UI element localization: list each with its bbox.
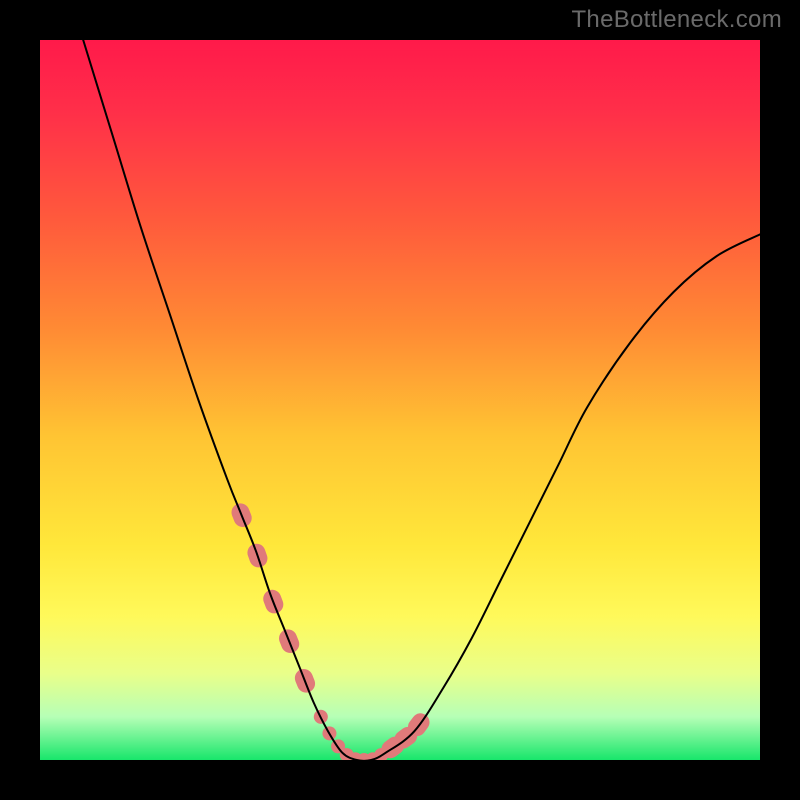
chart-svg (40, 40, 760, 760)
chart-frame: TheBottleneck.com (0, 0, 800, 800)
gradient-background (40, 40, 760, 760)
plot-area (40, 40, 760, 760)
watermark-text: TheBottleneck.com (571, 6, 782, 34)
